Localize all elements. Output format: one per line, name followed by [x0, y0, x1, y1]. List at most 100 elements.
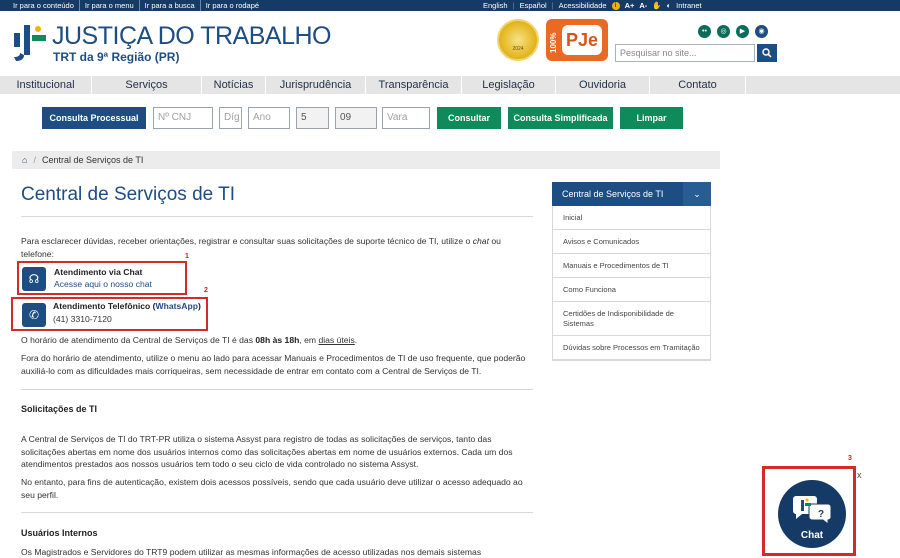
vlibras-hand-icon[interactable]: ✋: [652, 0, 661, 11]
sidebar-item[interactable]: Dúvidas sobre Processos em Tramitação: [553, 336, 710, 360]
sol-text: atendimentos prestados aos nossos usuári…: [21, 459, 419, 470]
lang-spanish-link[interactable]: Español: [520, 0, 547, 11]
instagram-icon[interactable]: ◎: [717, 25, 730, 38]
divider: [21, 216, 533, 217]
font-decrease-button[interactable]: A-: [639, 0, 647, 11]
sidebar-item[interactable]: Manuais e Procedimentos de TI: [553, 254, 710, 278]
justica-field[interactable]: 5: [296, 107, 329, 129]
sidebar-item-label: Certidões de Indisponibilidade de Sistem…: [563, 308, 674, 328]
sidebar-item[interactable]: Como Funciona: [553, 278, 710, 302]
hours-paragraph: O horário de atendimento da Central de S…: [21, 334, 536, 347]
sol-text: solicitações abertas em nome dos usuário…: [21, 446, 513, 457]
pje-percentage: 100%: [549, 32, 558, 53]
hours-bold: 08h às 18h: [255, 335, 300, 345]
sidebar-item[interactable]: Inicial: [553, 206, 710, 230]
tribunal-field[interactable]: 09: [335, 107, 377, 129]
breadcrumb-current: Central de Serviços de TI: [41, 155, 144, 165]
phone-title-close: ): [198, 301, 201, 311]
divider: [21, 512, 533, 513]
social-links: •• ◎ ▶ ◉: [698, 25, 768, 38]
info-icon[interactable]: i: [611, 1, 620, 10]
main-navigation: Institucional Serviços Notícias Jurisprudên…: [0, 76, 900, 94]
sidebar-item-label: Avisos e Comunicados: [563, 236, 640, 246]
headset-icon: ☊: [22, 267, 46, 291]
site-search-input[interactable]: Pesquisar no site...: [615, 44, 755, 62]
auth-text: seu perfil.: [21, 489, 59, 500]
sidebar-item-label: Como Funciona: [563, 284, 616, 294]
divider: |: [551, 1, 554, 10]
skip-link[interactable]: Ir para o rodapé: [201, 0, 264, 11]
chat-close-button[interactable]: x: [857, 470, 862, 480]
chat-widget-label: Chat: [800, 530, 824, 541]
outside-text: auxiliá-lo com as dificuldades mais corr…: [21, 365, 482, 376]
top-tools: English | Español | Acessibilidade i A+ …: [483, 0, 702, 11]
hours-text: .: [354, 335, 358, 345]
youtube-icon[interactable]: ▶: [736, 25, 749, 38]
sidebar-item[interactable]: Avisos e Comunicados: [553, 230, 710, 254]
skip-link[interactable]: Ir para a busca: [140, 0, 201, 11]
intranet-link[interactable]: Intranet: [676, 0, 701, 11]
sidebar-item-label: Manuais e Procedimentos de TI: [563, 260, 669, 270]
contrast-icon[interactable]: ◐: [667, 0, 672, 11]
consulta-processual-button[interactable]: Consulta Processual: [42, 107, 146, 129]
nav-item[interactable]: Institucional: [0, 76, 92, 94]
ano-field[interactable]: Ano: [248, 107, 290, 129]
breadcrumb-separator: /: [33, 155, 36, 165]
nav-item[interactable]: Ouvidoria: [556, 76, 650, 94]
accessibility-link[interactable]: Acessibilidade: [559, 0, 607, 11]
solicitacoes-paragraph: A Central de Serviços de TI do TRT-PR ut…: [21, 433, 536, 471]
page-title: Central de Serviços de TI: [21, 184, 236, 205]
sidebar-header[interactable]: Central de Serviços de TI ⌄: [552, 182, 711, 206]
intro-text: Para esclarecer dúvidas, receber orienta…: [21, 236, 473, 246]
business-days-link[interactable]: dias úteis: [318, 335, 354, 345]
site-title[interactable]: JUSTIÇA DO TRABALHO: [52, 22, 332, 50]
font-increase-button[interactable]: A+: [625, 0, 635, 11]
chat-access-link[interactable]: Acesse aqui o nosso chat: [54, 279, 152, 289]
nav-item[interactable]: Contato: [650, 76, 746, 94]
hours-text: , em: [299, 335, 319, 345]
pje-label: PJe: [562, 25, 602, 55]
skip-link[interactable]: Ir para o menu: [80, 0, 140, 11]
section-heading-solicitacoes: Solicitações de TI: [21, 404, 98, 414]
hours-text: O horário de atendimento da Central de S…: [21, 335, 256, 345]
quality-seal-badge[interactable]: 2024: [497, 19, 539, 61]
nav-item[interactable]: Transparência: [366, 76, 462, 94]
divider: [21, 389, 533, 390]
sidebar-menu: Inicial Avisos e Comunicados Manuais e Pro…: [552, 206, 711, 361]
nav-item[interactable]: Legislação: [462, 76, 556, 94]
skip-link[interactable]: Ir para o conteúdo: [8, 0, 80, 11]
rss-icon[interactable]: ◉: [755, 25, 768, 38]
vara-field[interactable]: Vara: [382, 107, 430, 129]
search-button[interactable]: [757, 44, 777, 62]
sol-text: A Central de Serviços de TI do TRT-PR ut…: [21, 434, 492, 444]
annotation-number-2: 2: [204, 287, 208, 294]
annotation-number-3: 3: [848, 455, 852, 462]
consulta-simplificada-button[interactable]: Consulta Simplificada: [508, 107, 613, 129]
nav-item[interactable]: Notícias: [202, 76, 266, 94]
justica-logo-icon[interactable]: [12, 23, 48, 63]
cnj-field[interactable]: Nº CNJ: [153, 107, 213, 129]
svg-text:?: ?: [818, 509, 824, 520]
phone-title-text: Atendimento Telefônico (: [53, 301, 156, 311]
divider: |: [512, 1, 515, 10]
phone-contact-title: Atendimento Telefônico (WhatsApp): [53, 301, 201, 311]
pje-100-badge[interactable]: 100% PJe: [546, 19, 608, 61]
nav-item[interactable]: Jurisprudência: [266, 76, 366, 94]
seal-year: 2024: [512, 46, 524, 52]
search-icon: [762, 48, 772, 58]
limpar-button[interactable]: Limpar: [620, 107, 683, 129]
consultar-button[interactable]: Consultar: [437, 107, 501, 129]
sidebar-item-label: Dúvidas sobre Processos em Tramitação: [563, 342, 700, 352]
phone-icon: ✆: [22, 303, 46, 327]
lang-english-link[interactable]: English: [483, 0, 508, 11]
home-icon[interactable]: ⌂: [22, 155, 27, 165]
sidebar-item[interactable]: Certidões de Indisponibilidade de Sistem…: [553, 302, 710, 336]
chevron-down-icon[interactable]: ⌄: [683, 182, 711, 206]
intro-chat-word: chat: [472, 236, 489, 246]
whatsapp-label[interactable]: WhatsApp: [156, 301, 199, 311]
dig-field[interactable]: Díg: [219, 107, 242, 129]
nav-item[interactable]: Serviços: [92, 76, 202, 94]
phone-number: (41) 3310-7120: [53, 314, 112, 324]
chat-bubbles-icon: ?: [793, 496, 832, 526]
flickr-icon[interactable]: ••: [698, 25, 711, 38]
